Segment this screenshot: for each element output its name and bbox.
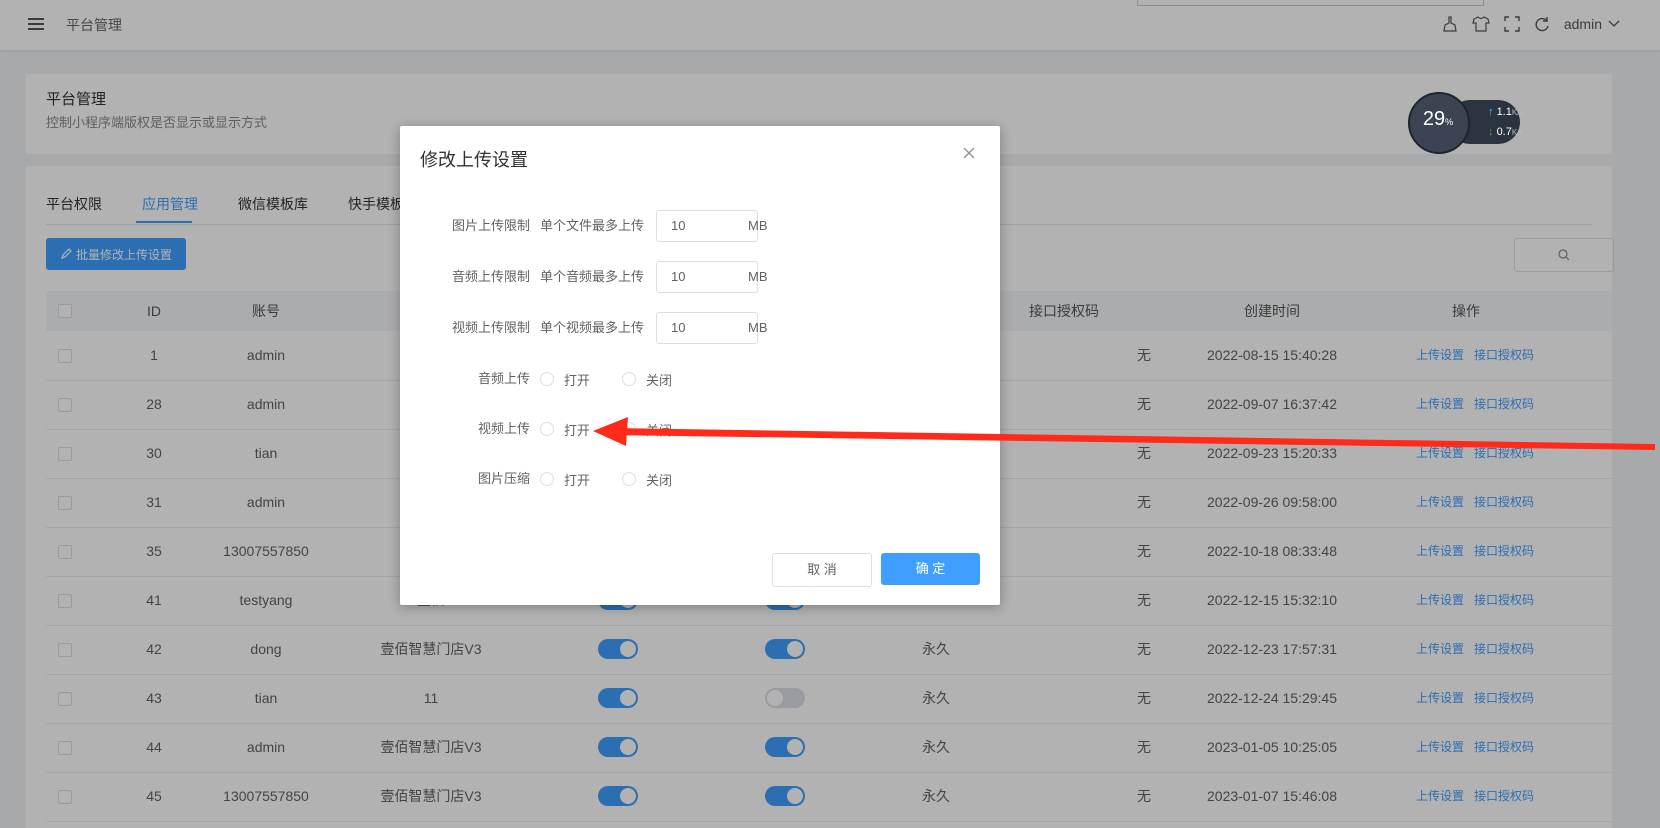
upload-settings-dialog: 修改上传设置 图片上传限制 单个文件最多上传 10 MB 音频上传限制 单个音频…: [400, 126, 1000, 605]
radio-circle-icon: [540, 422, 554, 436]
image-compress-off-radio[interactable]: 关闭: [622, 463, 672, 495]
radio-circle-icon: [622, 422, 636, 436]
upload-speed-unit: K/s: [1511, 108, 1524, 117]
video-upload-off-label: 关闭: [646, 422, 673, 438]
audio-upload-off-label: 关闭: [646, 372, 673, 388]
upload-speed: ↑ 1.1K/s: [1488, 106, 1523, 118]
radio-circle-icon: [540, 472, 554, 486]
video-limit-input[interactable]: 10: [656, 312, 758, 344]
upload-speed-value: 1.1: [1496, 106, 1512, 118]
video-upload-row: 视频上传 打开 关闭: [400, 413, 1000, 445]
image-compress-on-radio[interactable]: 打开: [540, 463, 590, 495]
video-upload-on-label: 打开: [564, 422, 591, 438]
audio-upload-on-radio[interactable]: 打开: [540, 363, 590, 395]
cancel-button[interactable]: 取 消: [772, 553, 872, 587]
image-compress-off-label: 关闭: [646, 472, 673, 488]
image-limit-unit: MB: [748, 218, 768, 233]
audio-upload-row: 音频上传 打开 关闭: [400, 363, 1000, 395]
audio-limit-row: 音频上传限制 单个音频最多上传 10 MB: [400, 261, 1000, 293]
video-limit-unit: MB: [748, 320, 768, 335]
audio-upload-off-radio[interactable]: 关闭: [622, 363, 672, 395]
image-limit-prefix: 单个文件最多上传: [540, 218, 645, 233]
download-speed: ↓ 0.7K/s: [1488, 126, 1523, 138]
network-speed-widget: 29% ↑ 1.1K/s ↓ 0.7K/s: [1408, 92, 1528, 154]
audio-limit-unit: MB: [748, 269, 768, 284]
image-compress-row: 图片压缩 打开 关闭: [400, 463, 1000, 495]
dialog-title: 修改上传设置: [420, 150, 528, 170]
audio-limit-input[interactable]: 10: [656, 261, 758, 293]
usage-percent-value: 29: [1422, 108, 1446, 130]
radio-circle-icon: [540, 372, 554, 386]
video-upload-off-radio[interactable]: 关闭: [622, 413, 672, 445]
usage-percent: 29%: [1412, 108, 1464, 131]
up-arrow-icon: ↑: [1488, 106, 1494, 118]
radio-circle-icon: [622, 372, 636, 386]
image-compress-label: 图片压缩: [477, 471, 530, 486]
confirm-button[interactable]: 确 定: [881, 553, 980, 585]
video-upload-label: 视频上传: [477, 421, 530, 436]
video-limit-row: 视频上传限制 单个视频最多上传 10 MB: [400, 312, 1000, 344]
image-limit-label: 图片上传限制: [451, 218, 530, 233]
audio-upload-label: 音频上传: [477, 371, 530, 386]
download-speed-unit: K/s: [1511, 128, 1524, 137]
video-limit-label: 视频上传限制: [451, 320, 530, 335]
download-speed-value: 0.7: [1496, 126, 1512, 138]
radio-circle-icon: [622, 472, 636, 486]
down-arrow-icon: ↓: [1488, 126, 1494, 138]
video-limit-prefix: 单个视频最多上传: [540, 320, 645, 335]
image-limit-row: 图片上传限制 单个文件最多上传 10 MB: [400, 210, 1000, 242]
usage-percent-unit: %: [1445, 117, 1454, 127]
audio-limit-label: 音频上传限制: [451, 269, 530, 284]
audio-upload-on-label: 打开: [564, 372, 591, 388]
close-icon[interactable]: [962, 146, 976, 160]
image-limit-input[interactable]: 10: [656, 210, 758, 242]
image-compress-on-label: 打开: [564, 472, 591, 488]
audio-limit-prefix: 单个音频最多上传: [540, 269, 645, 284]
video-upload-on-radio[interactable]: 打开: [540, 413, 590, 445]
